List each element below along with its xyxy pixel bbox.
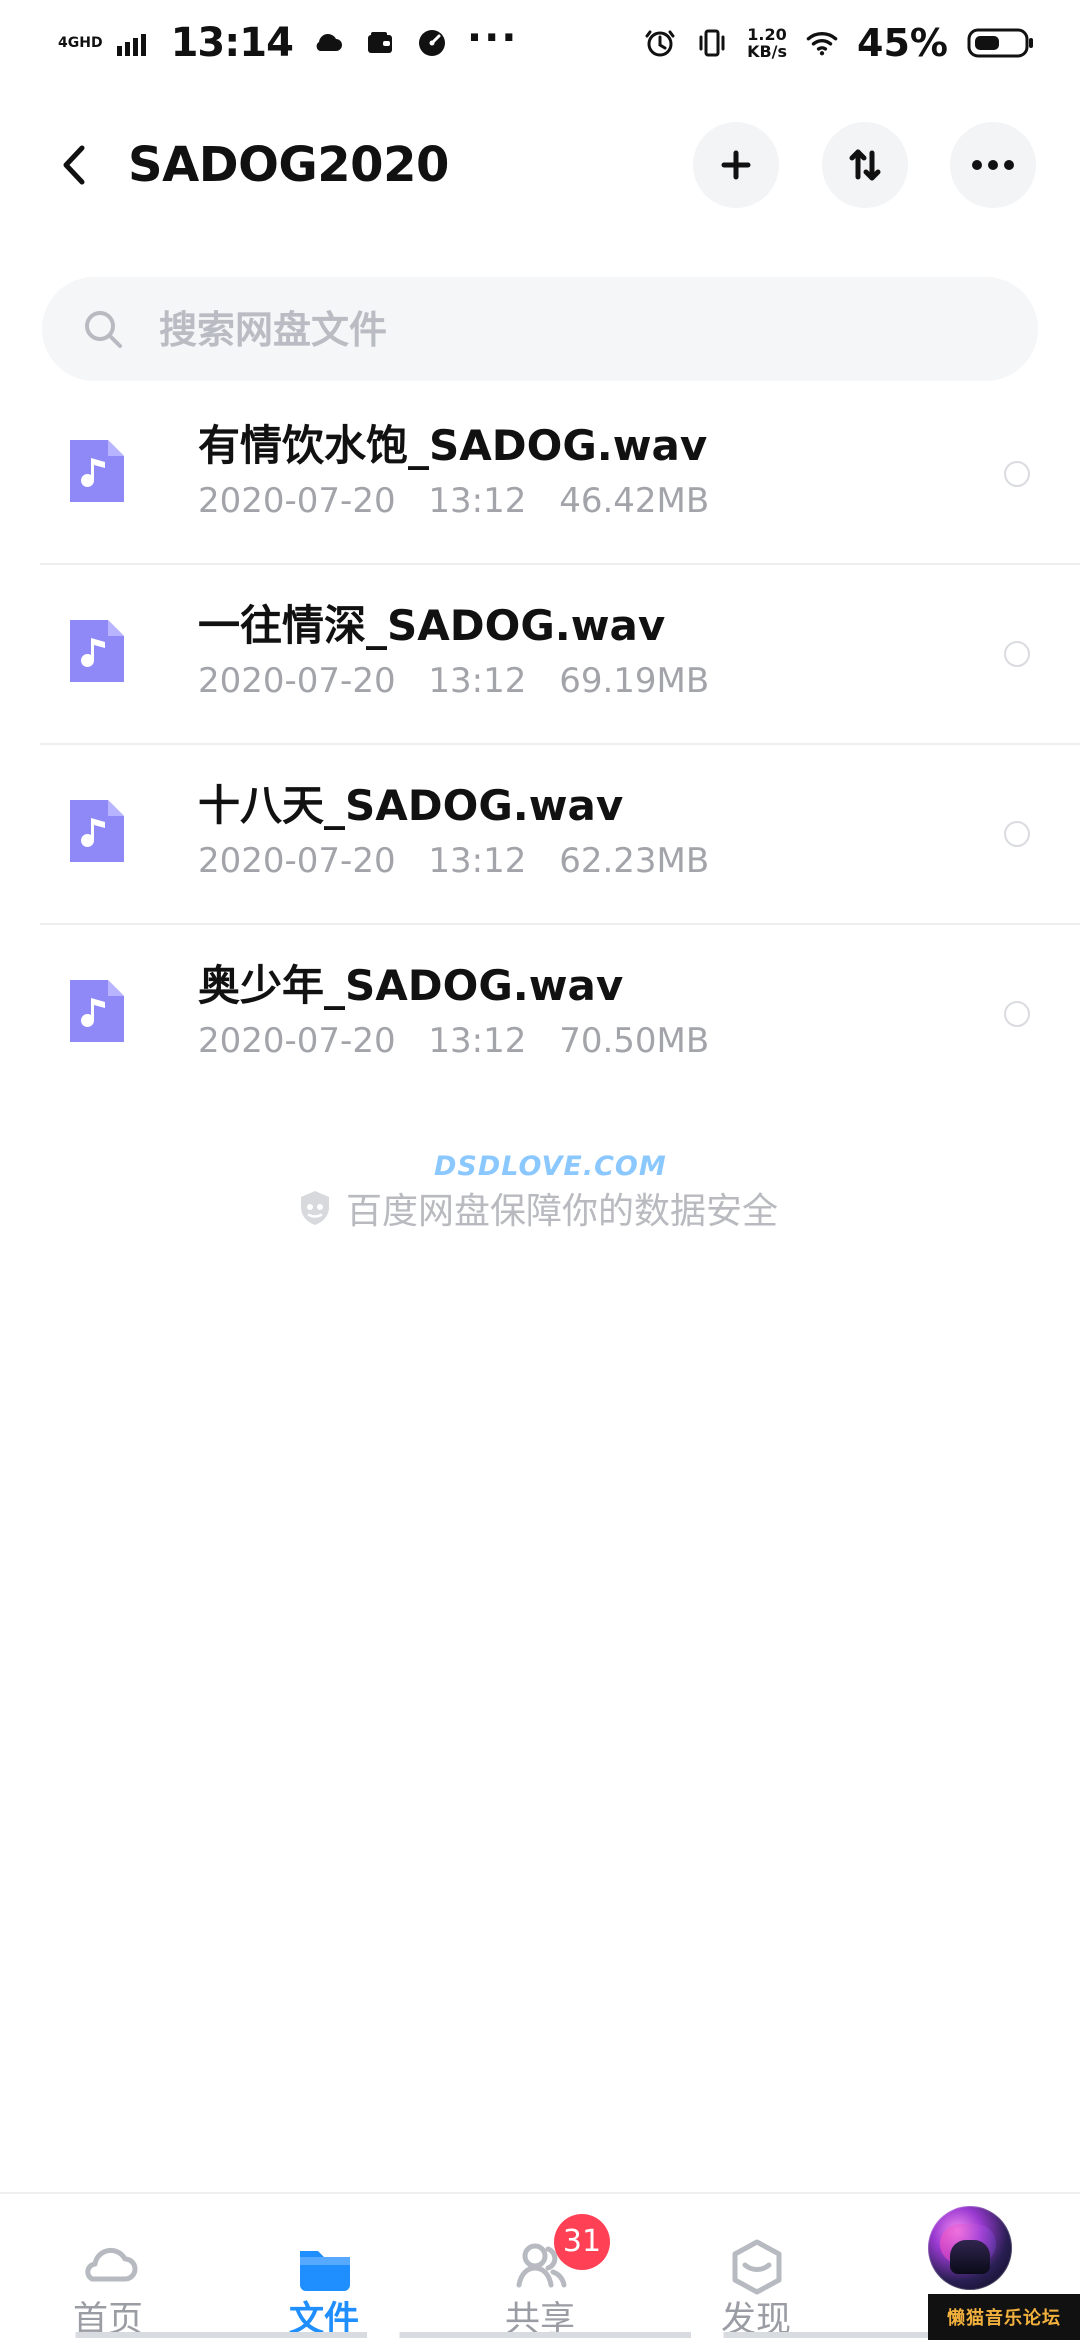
file-row[interactable]: 有情饮水饱_SADOG.wav 2020-07-20 13:12 46.42MB [40, 385, 1080, 565]
more-horizontal-icon [972, 160, 1014, 170]
file-row[interactable]: 十八天_SADOG.wav 2020-07-20 13:12 62.23MB [40, 745, 1080, 925]
file-date: 2020-07-20 [198, 841, 396, 881]
audio-file-icon [70, 440, 124, 502]
plus-icon [721, 150, 751, 180]
vibrate-icon [699, 29, 725, 57]
file-date: 2020-07-20 [198, 661, 396, 701]
file-meta: 2020-07-20 13:12 46.42MB [198, 479, 731, 523]
shield-icon [301, 1191, 329, 1225]
cloud-icon [85, 2247, 138, 2282]
share-notification-badge: 31 [554, 2214, 610, 2270]
file-time: 13:12 [428, 481, 527, 521]
file-time: 13:12 [428, 1021, 527, 1061]
discover-icon [732, 2239, 782, 2295]
file-date: 2020-07-20 [198, 481, 396, 521]
file-name: 有情饮水饱_SADOG.wav [198, 421, 708, 470]
file-meta: 2020-07-20 13:12 70.50MB [198, 1019, 731, 1063]
sort-icon [849, 149, 881, 181]
signal-icon [116, 34, 146, 56]
network-type: 4GHD [58, 35, 103, 51]
search-box[interactable] [42, 277, 1038, 383]
tab-share[interactable]: 31 共享 [480, 2204, 610, 2342]
add-button[interactable] [693, 122, 779, 208]
more-options-button[interactable] [950, 122, 1036, 208]
wallet-icon [367, 32, 392, 53]
status-time: 13:14 [170, 20, 294, 66]
cloud-status-icon [316, 34, 342, 51]
gesture-bar [0, 2332, 1080, 2338]
file-select-radio[interactable] [1004, 641, 1030, 667]
bottom-tab-bar: 首页 文件 31 共享 发现 [0, 2192, 1080, 2342]
audio-file-icon [70, 800, 124, 862]
corner-watermark: 懒猫音乐论坛 [928, 2294, 1080, 2340]
file-name: 十八天_SADOG.wav [198, 781, 624, 830]
wifi-icon [806, 31, 838, 56]
page-title: SADOG2020 [128, 137, 449, 193]
network-speed-unit: KB/s [747, 42, 788, 61]
status-bar: 4GHD 13:14 ··· 1.20 KB/s 45% [0, 0, 1080, 86]
sort-button[interactable] [822, 122, 908, 208]
security-text: 百度网盘保障你的数据安全 [346, 1191, 779, 1232]
top-navigation: SADOG2020 [0, 110, 1080, 220]
profile-avatar[interactable] [928, 2206, 1012, 2290]
file-date: 2020-07-20 [198, 1021, 396, 1061]
audio-file-icon [70, 980, 124, 1042]
tab-discover[interactable]: 发现 [696, 2204, 816, 2342]
file-size: 70.50MB [559, 1021, 710, 1061]
file-name: 一往情深_SADOG.wav [198, 601, 666, 650]
status-left: 4GHD 13:14 ··· [58, 15, 519, 66]
tab-files[interactable]: 文件 [264, 2204, 384, 2342]
battery-percent: 45% [857, 21, 948, 65]
file-meta: 2020-07-20 13:12 69.19MB [198, 659, 731, 703]
file-time: 13:12 [428, 841, 527, 881]
file-size: 46.42MB [559, 481, 710, 521]
file-row[interactable]: 奥少年_SADOG.wav 2020-07-20 13:12 70.50MB [40, 925, 1080, 1103]
file-size: 69.19MB [559, 661, 710, 701]
search-input[interactable] [157, 277, 1021, 383]
file-size: 62.23MB [559, 841, 710, 881]
alarm-icon [645, 30, 675, 57]
network-speed-value: 1.20 [747, 25, 787, 44]
file-list: 有情饮水饱_SADOG.wav 2020-07-20 13:12 46.42MB… [0, 385, 1080, 1103]
more-status-dots: ··· [466, 15, 519, 61]
watermark-text: DSDLOVE.COM [434, 1151, 667, 1182]
file-select-radio[interactable] [1004, 461, 1030, 487]
file-meta: 2020-07-20 13:12 62.23MB [198, 839, 731, 883]
status-right: 1.20 KB/s 45% [643, 21, 1036, 65]
folder-icon [300, 2251, 350, 2291]
file-name: 奥少年_SADOG.wav [198, 961, 624, 1010]
file-select-radio[interactable] [1004, 1001, 1030, 1027]
tab-home[interactable]: 首页 [48, 2204, 168, 2342]
file-select-radio[interactable] [1004, 821, 1030, 847]
network-speed: 1.20 KB/s [747, 26, 787, 60]
back-arrow-icon [63, 145, 85, 185]
back-button[interactable] [44, 130, 104, 200]
security-note: 百度网盘保障你的数据安全 [298, 1182, 778, 1234]
search-icon [85, 311, 122, 348]
file-row[interactable]: 一往情深_SADOG.wav 2020-07-20 13:12 69.19MB [40, 565, 1080, 745]
speedometer-icon [418, 30, 445, 56]
file-time: 13:12 [428, 661, 527, 701]
battery-icon [967, 28, 1033, 58]
audio-file-icon [70, 620, 124, 682]
